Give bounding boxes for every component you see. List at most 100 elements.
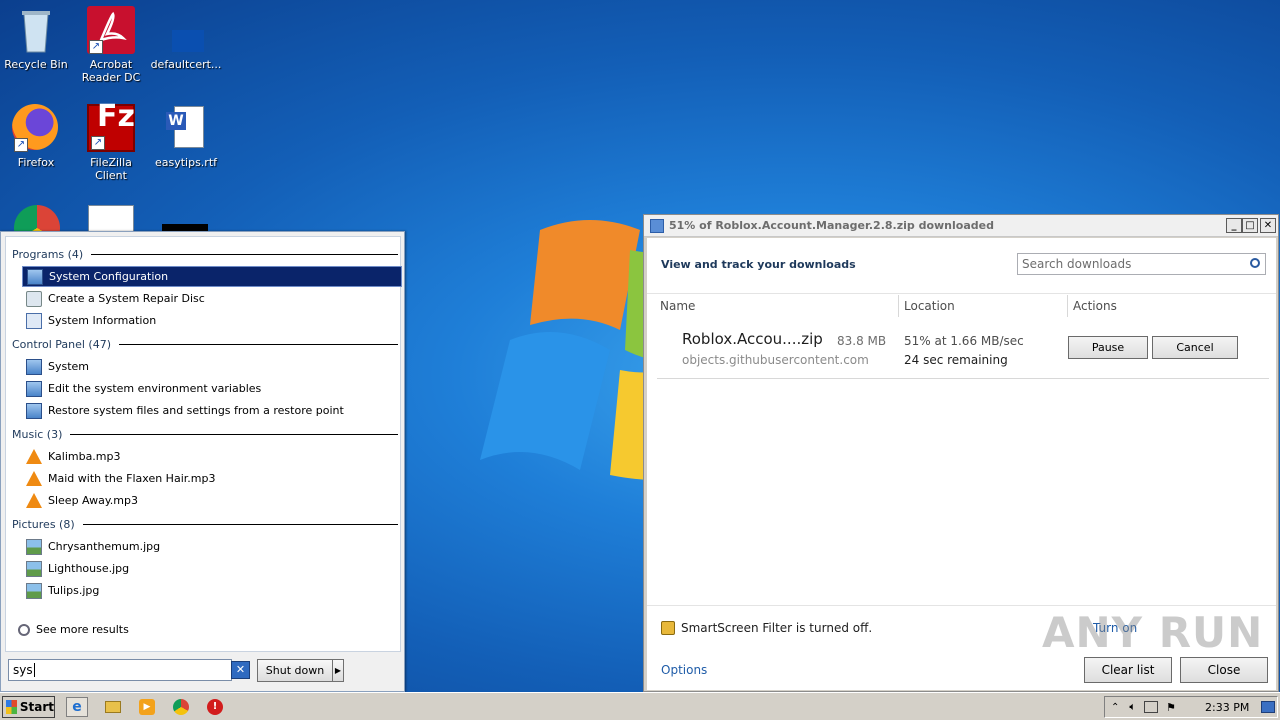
search-downloads-input[interactable]: Search downloads (1017, 253, 1266, 275)
see-more-results-link[interactable]: See more results (18, 623, 129, 636)
smartscreen-warning-icon (661, 621, 675, 635)
desktop-icon-acrobat[interactable]: ↗ Acrobat Reader DC (73, 0, 149, 84)
close-icon[interactable]: ✕ (1260, 218, 1276, 233)
divider (647, 293, 1276, 294)
downloads-heading: View and track your downloads (661, 258, 856, 271)
windows-logo-wallpaper (480, 220, 670, 480)
column-header-name[interactable]: Name (660, 295, 695, 317)
search-icon (18, 623, 30, 636)
chrome-icon[interactable] (170, 697, 192, 717)
result-chrysanthemum[interactable]: Chrysanthemum.jpg (22, 536, 402, 557)
taskbar: Start e ▶ ! ⌃ 🔈︎ ⚑ 2:33 PM (0, 692, 1280, 720)
result-system-configuration[interactable]: System Configuration (22, 266, 402, 287)
section-header-control-panel: Control Panel (47) (12, 336, 398, 352)
column-separator (1067, 295, 1068, 317)
clock[interactable]: 2:33 PM (1205, 701, 1249, 714)
download-file-name: Roblox.Accou....zip (682, 330, 823, 348)
control-panel-icon (26, 402, 42, 419)
download-file-size: 83.8 MB (837, 334, 887, 348)
result-maid-flaxen-hair[interactable]: Maid with the Flaxen Hair.mp3 (22, 468, 402, 489)
internet-explorer-icon[interactable]: e (66, 697, 88, 717)
system-configuration-icon (27, 268, 43, 285)
divider (647, 605, 1276, 606)
control-panel-icon (26, 358, 42, 375)
search-results-panel: Programs (4) System Configuration Create… (5, 236, 402, 652)
desktop-icon-label: Firefox (17, 156, 55, 169)
desktop-icon-label: Acrobat Reader DC (81, 58, 141, 84)
close-button[interactable]: Close (1180, 657, 1268, 683)
windows-flag-icon (6, 700, 17, 714)
minimize-icon[interactable]: _ (1226, 218, 1242, 233)
system-information-icon (26, 312, 42, 329)
picture-icon (26, 538, 42, 555)
column-header-actions[interactable]: Actions (1073, 295, 1117, 317)
divider (657, 378, 1269, 379)
downloads-body: View and track your downloads Search dow… (647, 238, 1276, 690)
result-system[interactable]: System (22, 356, 402, 377)
firefox-icon: ↗ (12, 104, 60, 152)
column-separator (898, 295, 899, 317)
filezilla-icon: Fz ↗ (87, 102, 135, 152)
downloads-window: 51% of Roblox.Account.Manager.2.8.zip do… (643, 214, 1279, 692)
download-time-remaining: 24 sec remaining (904, 353, 1008, 367)
file-icon (162, 6, 210, 54)
control-panel-icon (26, 380, 42, 397)
section-header-programs: Programs (4) (12, 246, 398, 262)
desktop-icon-label: Recycle Bin (4, 58, 68, 71)
result-tulips[interactable]: Tulips.jpg (22, 580, 402, 601)
ie-downloads-icon (650, 218, 664, 233)
shutdown-button[interactable]: Shut down (257, 659, 333, 682)
result-lighthouse[interactable]: Lighthouse.jpg (22, 558, 402, 579)
recycle-bin-icon (12, 6, 60, 54)
desktop-icon-recycle-bin[interactable]: Recycle Bin (0, 0, 74, 71)
desktop-icon-label: FileZilla Client (90, 156, 132, 182)
system-tray: ⌃ 🔈︎ ⚑ 2:33 PM (1104, 696, 1278, 718)
maximize-icon[interactable]: □ (1242, 218, 1258, 233)
result-sleep-away[interactable]: Sleep Away.mp3 (22, 490, 402, 511)
desktop-icon-filezilla[interactable]: Fz ↗ FileZilla Client (73, 98, 149, 182)
result-env-variables[interactable]: Edit the system environment variables (22, 378, 402, 399)
volume-icon[interactable]: 🔈︎ (1129, 700, 1136, 714)
vlc-icon (26, 449, 42, 464)
section-header-music: Music (3) (12, 426, 398, 442)
desktop-icon-defaultcert[interactable]: defaultcert... (148, 0, 224, 71)
desktop-icon-label: easytips.rtf (154, 156, 218, 169)
section-header-pictures: Pictures (8) (12, 516, 398, 532)
network-icon[interactable] (1144, 701, 1158, 713)
window-title: 51% of Roblox.Account.Manager.2.8.zip do… (669, 219, 994, 232)
stop-icon[interactable]: ! (204, 697, 226, 717)
show-desktop-icon[interactable] (1261, 701, 1275, 713)
window-title-bar[interactable]: 51% of Roblox.Account.Manager.2.8.zip do… (644, 215, 1278, 237)
options-link[interactable]: Options (661, 663, 707, 677)
acrobat-icon: ↗ (87, 6, 135, 54)
result-system-information[interactable]: System Information (22, 310, 402, 331)
shutdown-options-arrow-icon[interactable]: ▶ (332, 659, 344, 682)
result-restore-system[interactable]: Restore system files and settings from a… (22, 400, 402, 421)
pause-button[interactable]: Pause (1068, 336, 1148, 359)
result-kalimba[interactable]: Kalimba.mp3 (22, 446, 402, 467)
media-player-icon[interactable]: ▶ (136, 697, 158, 717)
action-center-flag-icon[interactable]: ⚑ (1166, 701, 1176, 714)
picture-icon (26, 582, 42, 599)
anyrun-watermark: ANY RUN (1042, 608, 1264, 657)
desktop-icon-firefox[interactable]: ↗ Firefox (0, 98, 74, 169)
file-explorer-icon[interactable] (102, 697, 124, 717)
vlc-icon (26, 471, 42, 486)
word-document-icon: W (162, 104, 210, 152)
desktop-icon-label: defaultcert... (150, 58, 222, 71)
result-create-repair-disc[interactable]: Create a System Repair Disc (22, 288, 402, 309)
download-progress: 51% at 1.66 MB/sec (904, 334, 1024, 348)
picture-icon (26, 560, 42, 577)
start-search-input[interactable]: sys (8, 659, 232, 681)
clear-list-button[interactable]: Clear list (1084, 657, 1172, 683)
start-menu: Programs (4) System Configuration Create… (0, 231, 405, 692)
clear-search-icon[interactable]: ✕ (231, 661, 250, 679)
column-header-location[interactable]: Location (904, 295, 955, 317)
cancel-button[interactable]: Cancel (1152, 336, 1238, 359)
download-source: objects.githubusercontent.com (682, 353, 869, 367)
start-button[interactable]: Start (2, 696, 55, 718)
desktop-icon-easytips[interactable]: W easytips.rtf (148, 98, 224, 169)
show-hidden-icons-icon[interactable]: ⌃ (1111, 702, 1119, 713)
search-icon (1250, 258, 1260, 268)
smartscreen-status: SmartScreen Filter is turned off. (661, 621, 872, 635)
